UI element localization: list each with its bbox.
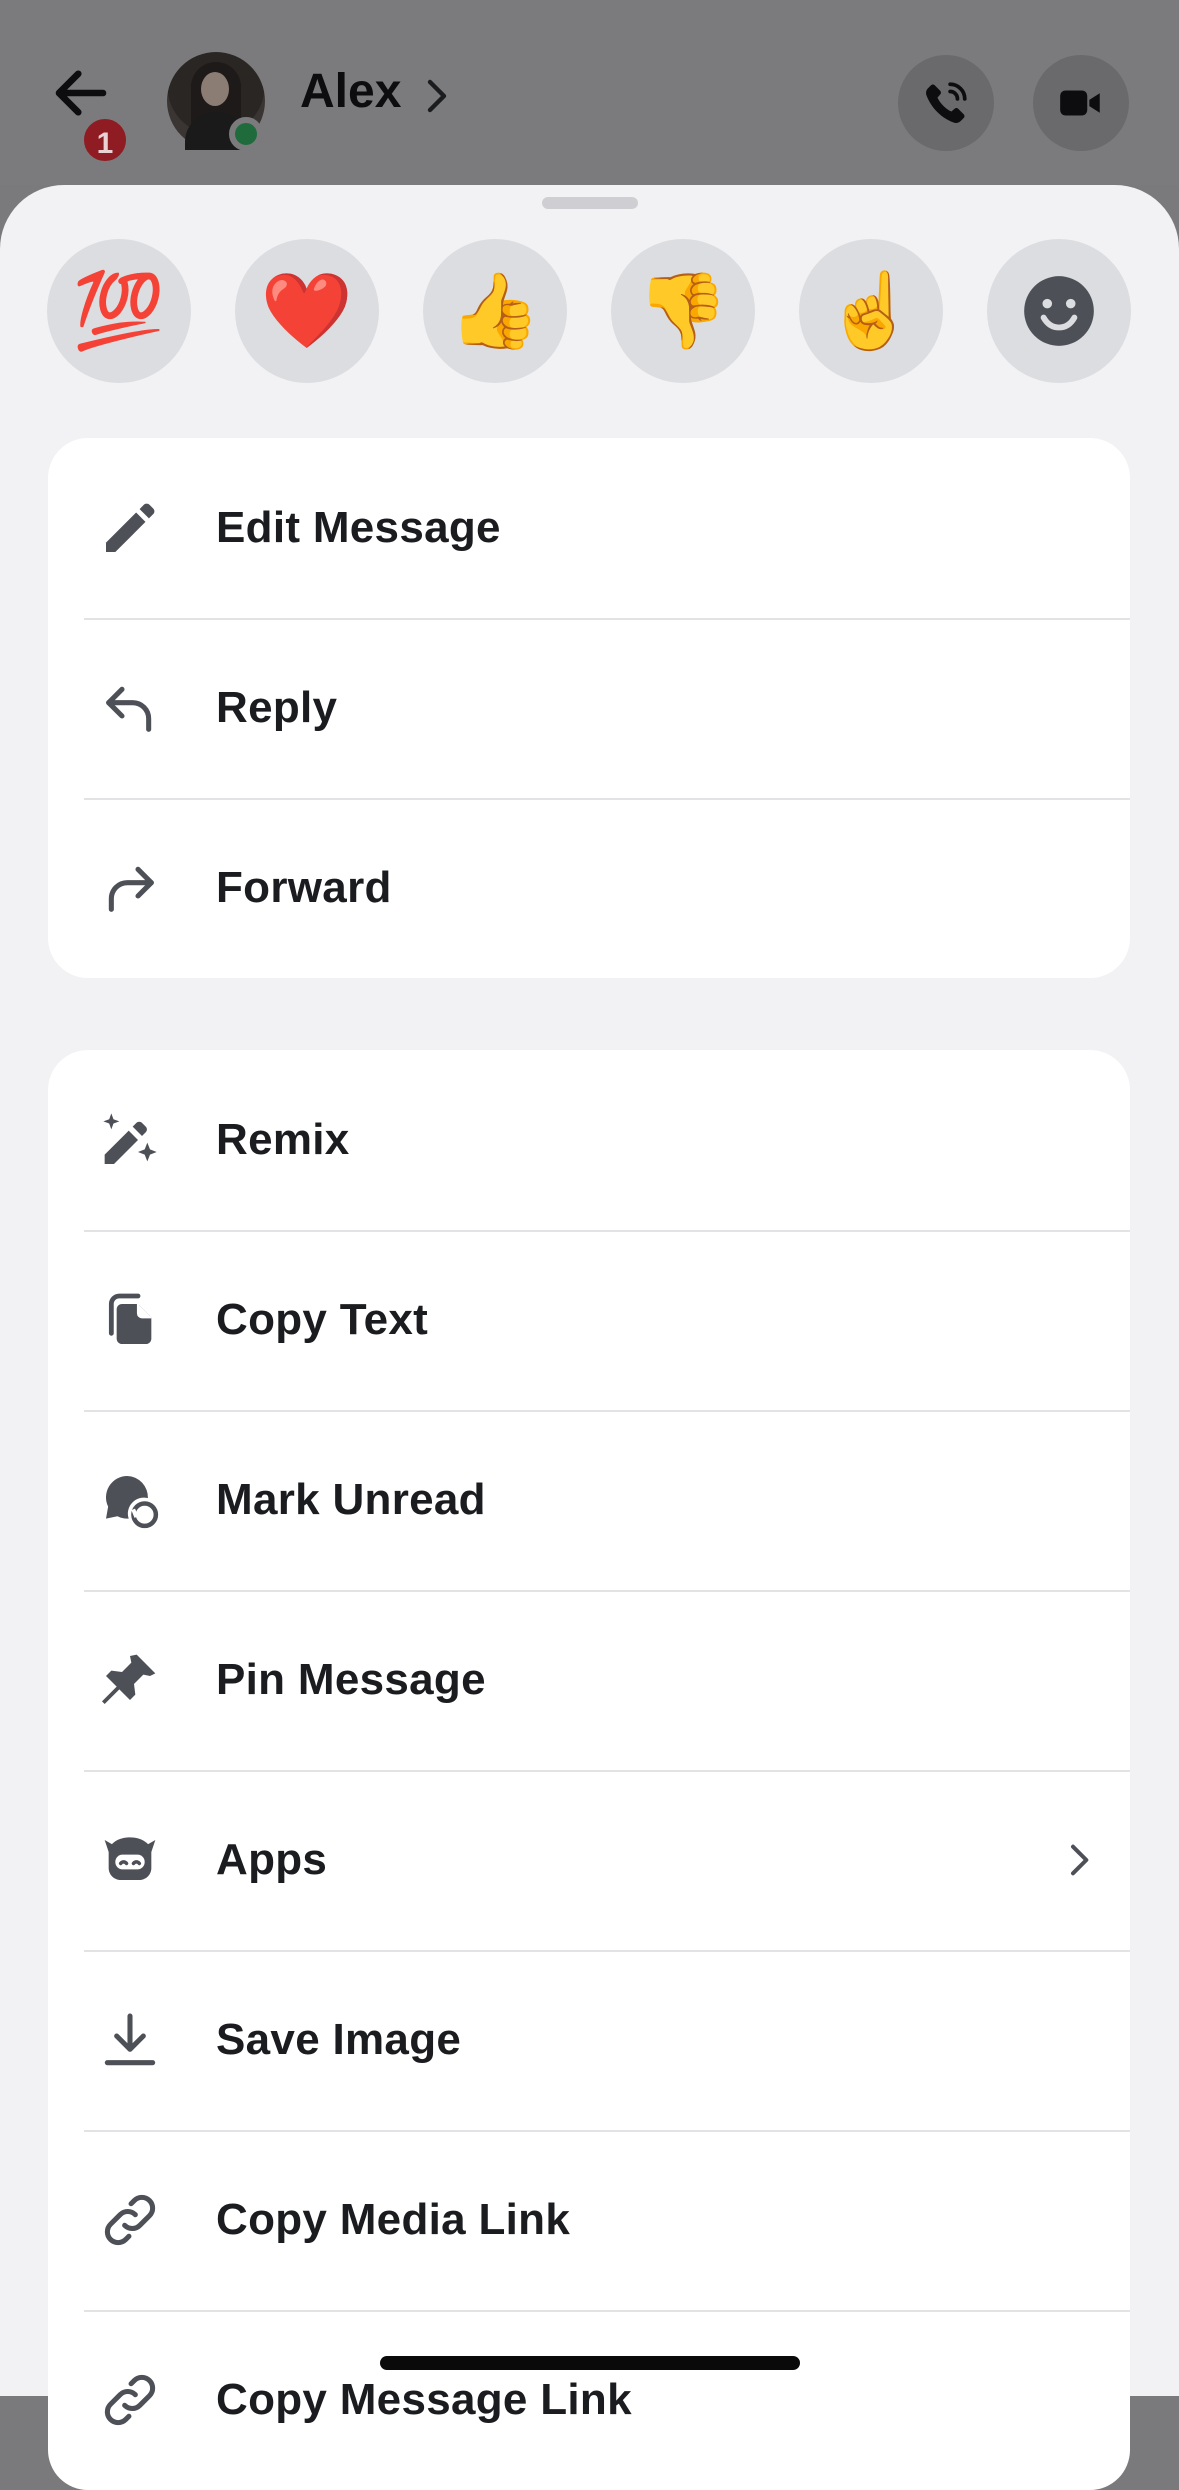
- menu-item-copy-text[interactable]: Copy Text: [48, 1230, 1130, 1410]
- menu-item-label: Copy Text: [216, 1295, 429, 1344]
- mark-unread-icon: [105, 1476, 159, 1529]
- copy-icon: [108, 1293, 152, 1344]
- secondary-actions-card: Remix Copy Text Mark Unread Pin Message …: [48, 1050, 1130, 2490]
- download-icon: [104, 2013, 156, 2066]
- menu-item-mark-unread[interactable]: Mark Unread: [48, 1410, 1130, 1590]
- menu-item-edit-message[interactable]: Edit Message: [48, 438, 1130, 618]
- reaction-index-pointing-up[interactable]: ☝️: [799, 239, 943, 383]
- reaction-red-heart[interactable]: ❤️: [235, 239, 379, 383]
- apps-bot-icon: [104, 1837, 156, 1880]
- link-icon: [104, 2194, 156, 2246]
- unread-badge: 1: [80, 115, 130, 165]
- menu-item-label: Pin Message: [216, 1655, 486, 1704]
- red-heart-emoji: ❤️: [260, 269, 354, 352]
- menu-item-label: Edit Message: [216, 503, 501, 552]
- pin-icon: [102, 1654, 156, 1704]
- phone-call-icon: [926, 82, 967, 124]
- contact-name[interactable]: Alex: [300, 64, 401, 119]
- menu-item-forward[interactable]: Forward: [48, 798, 1130, 978]
- pencil-icon: [106, 503, 155, 552]
- menu-item-copy-media-link[interactable]: Copy Media Link: [48, 2130, 1130, 2310]
- quick-reactions-bar: 💯 ❤️ 👍 👎 ☝️: [47, 239, 1132, 383]
- menu-item-pin-message[interactable]: Pin Message: [48, 1590, 1130, 1770]
- home-indicator[interactable]: [380, 2356, 800, 2370]
- magic-pencil-icon: [103, 1113, 157, 1164]
- menu-item-save-image[interactable]: Save Image: [48, 1950, 1130, 2130]
- online-status-indicator: [229, 117, 263, 151]
- menu-item-label: Reply: [216, 683, 338, 732]
- message-actions-sheet: 💯 ❤️ 👍 👎 ☝️ Edit Message Reply Forward R…: [0, 185, 1179, 2490]
- video-call-button[interactable]: [1033, 55, 1129, 151]
- chevron-right-icon: [1071, 1844, 1089, 1876]
- menu-item-copy-message-link[interactable]: Copy Message Link: [48, 2310, 1130, 2490]
- menu-item-label: Save Image: [216, 2015, 462, 2064]
- reply-arrow-icon: [106, 686, 152, 732]
- reaction-hundred-points[interactable]: 💯: [47, 239, 191, 383]
- menu-item-label: Forward: [216, 863, 392, 912]
- voice-call-button[interactable]: [898, 55, 994, 151]
- menu-item-apps[interactable]: Apps: [48, 1770, 1130, 1950]
- chat-header: 1 Alex: [0, 0, 1179, 185]
- chevron-right-icon[interactable]: [424, 76, 452, 116]
- sheet-grabber[interactable]: [542, 197, 638, 209]
- thumbs-up-emoji: 👍: [448, 269, 542, 352]
- menu-item-reply[interactable]: Reply: [48, 618, 1130, 798]
- menu-item-label: Mark Unread: [216, 1475, 486, 1524]
- add-reaction-icon: [1024, 276, 1094, 346]
- thumbs-down-emoji: 👎: [636, 269, 730, 352]
- video-camera-icon: [1060, 90, 1100, 116]
- menu-item-label: Copy Media Link: [216, 2195, 571, 2244]
- add-reaction-button[interactable]: [987, 239, 1131, 383]
- menu-item-remix[interactable]: Remix: [48, 1050, 1130, 1230]
- hundred-points-emoji: 💯: [72, 269, 166, 352]
- reaction-thumbs-down[interactable]: 👎: [611, 239, 755, 383]
- primary-actions-card: Edit Message Reply Forward: [48, 438, 1130, 978]
- reaction-thumbs-up[interactable]: 👍: [423, 239, 567, 383]
- forward-arrow-icon: [108, 866, 154, 912]
- menu-item-label: Copy Message Link: [216, 2375, 632, 2424]
- menu-item-label: Apps: [216, 1835, 328, 1884]
- menu-item-label: Remix: [216, 1115, 350, 1164]
- link-icon: [104, 2374, 156, 2426]
- index-pointing-up-emoji: ☝️: [824, 269, 918, 352]
